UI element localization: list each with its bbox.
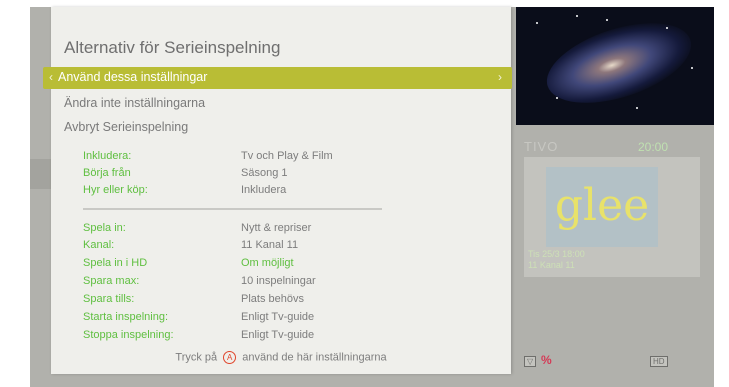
program-date: Tis 25/3 18:00 [528, 249, 585, 259]
setting-label: Spara tills: [83, 293, 135, 305]
setting-value: 10 inspelningar [241, 275, 316, 287]
setting-label: Börja från [83, 167, 131, 179]
live-tv-preview [516, 7, 714, 125]
divider [83, 208, 382, 210]
setting-label: Stoppa inspelning: [83, 329, 174, 341]
setting-label: Spara max: [83, 275, 140, 287]
program-card[interactable]: glee Tis 25/3 18:00 11 Kanal 11 [524, 157, 700, 277]
chevron-right-icon: › [498, 70, 502, 84]
setting-value: Nytt & repriser [241, 222, 312, 234]
setting-row: Spara max: 10 inspelningar [83, 275, 463, 291]
setting-row: Spela in: Nytt & repriser [83, 222, 463, 238]
clock: 20:00 [638, 140, 669, 154]
setting-value: Tv och Play & Film [241, 150, 333, 162]
thumbnail-text: glee [554, 180, 650, 231]
setting-value: Säsong 1 [241, 167, 288, 179]
season-pass-icon: % [541, 353, 552, 367]
setting-label: Kanal: [83, 239, 115, 251]
footer-prefix: Tryck på [175, 351, 218, 364]
brand-label: TIVO [524, 139, 559, 154]
setting-label: Hyr eller köp: [83, 184, 148, 196]
setting-row: Kanal: 11 Kanal 11 [83, 239, 463, 255]
star [666, 27, 668, 29]
setting-row: Inkludera: Tv och Play & Film [83, 150, 463, 166]
footer-hint: Tryck på A använd de här inställningarna [51, 351, 511, 364]
setting-row: Starta inspelning: Enligt Tv-guide [83, 311, 463, 327]
dialog-title: Alternativ för Serieinspelning [64, 38, 281, 57]
setting-row: Hyr eller köp: Inkludera [83, 184, 463, 200]
setting-label: Spela in: [83, 222, 126, 234]
setting-value: Om möjligt [241, 257, 294, 269]
star [606, 19, 608, 21]
setting-value: Enligt Tv-guide [241, 311, 315, 323]
setting-row: Börja från Säsong 1 [83, 167, 463, 183]
menu-item-keep-settings[interactable]: Ändra inte inställningarna [64, 96, 205, 110]
setting-value: Inkludera [241, 184, 287, 196]
galaxy-image [537, 7, 701, 119]
program-thumbnail: glee [546, 167, 658, 247]
hd-badge: HD [650, 356, 668, 367]
footer-suffix: använd de här inställningarna [242, 351, 387, 364]
setting-value: 11 Kanal 11 [241, 239, 299, 251]
setting-value: Enligt Tv-guide [241, 329, 315, 341]
setting-row: Stoppa inspelning: Enligt Tv-guide [83, 329, 463, 345]
setting-label: Spela in i HD [83, 257, 148, 269]
setting-label: Inkludera: [83, 150, 132, 162]
a-button-icon: A [223, 351, 237, 364]
menu-item-label: Använd dessa inställningar [58, 70, 208, 84]
setting-row: Spara tills: Plats behövs [83, 293, 463, 309]
setting-label: Starta inspelning: [83, 311, 168, 323]
setting-value: Plats behövs [241, 293, 304, 305]
program-info: Tis 25/3 18:00 11 Kanal 11 [528, 249, 585, 271]
menu-item-cancel-series[interactable]: Avbryt Serieinspelning [64, 120, 188, 134]
star [576, 15, 578, 17]
chevron-left-icon: ‹ [49, 70, 53, 84]
menu-item-selected[interactable]: ‹ Använd dessa inställningar › [43, 67, 512, 89]
star [636, 107, 638, 109]
star [691, 67, 693, 69]
program-panel: TIVO 20:00 glee Tis 25/3 18:00 11 Kanal … [516, 125, 714, 387]
star [556, 97, 558, 99]
setting-row: Spela in i HD Om möjligt [83, 257, 463, 273]
star [536, 22, 538, 24]
record-icon: ▽ [524, 356, 537, 367]
series-recording-options-dialog: Alternativ för Serieinspelning ‹ Använd … [43, 7, 512, 374]
program-channel: 11 Kanal 11 [528, 260, 575, 270]
